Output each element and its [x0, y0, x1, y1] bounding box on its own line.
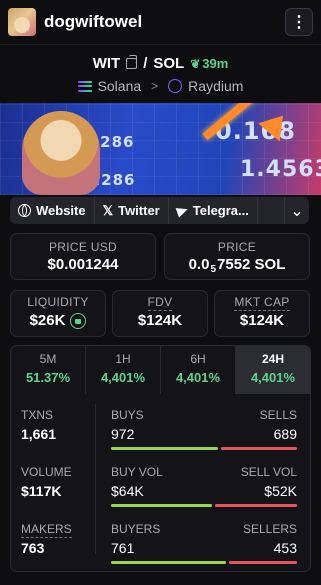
- sell-bar: [214, 504, 297, 507]
- buyers-label: BUYERS: [111, 522, 161, 536]
- chain-row: Solana > Raydium: [0, 78, 321, 94]
- twitter-label: Twitter: [118, 203, 160, 218]
- fdv-label: FDV: [147, 295, 173, 311]
- txns-label: TXNS: [21, 408, 54, 422]
- fdv-value: $124K: [137, 312, 183, 329]
- makers-value: 763: [21, 540, 45, 556]
- tab-1h[interactable]: 1H 4,401%: [86, 346, 161, 395]
- fdv-card: FDV $124K: [112, 290, 208, 337]
- buy-bar: [111, 561, 226, 564]
- pair-age: ❦ 39m: [190, 56, 228, 71]
- copy-icon[interactable]: [126, 55, 138, 69]
- sellers-label: SELLERS: [242, 522, 297, 536]
- tab-6h[interactable]: 6H 4,401%: [161, 346, 236, 395]
- buy-bar: [111, 447, 219, 450]
- buys-label: BUYS: [111, 408, 144, 422]
- buys-sells-bar: [111, 447, 297, 450]
- tab-change: 4,401%: [250, 370, 296, 385]
- volume-bar: [111, 504, 297, 507]
- tab-label: 24H: [261, 352, 284, 366]
- mktcap-value: $124K: [239, 312, 285, 329]
- txns-value: 1,661: [21, 426, 57, 442]
- price-usd-card: PRICE USD $0.001244: [10, 233, 156, 280]
- volume-ratio: BUY VOL SELL VOL $64K $52K: [111, 465, 297, 507]
- pair-separator: /: [143, 55, 148, 72]
- txns-stat: TXNS 1,661: [21, 408, 56, 442]
- banner-dog-image: [22, 111, 100, 195]
- tab-change: 4,401%: [100, 370, 146, 385]
- x-icon: 𝕏: [102, 202, 114, 218]
- price-sol-card: PRICE 0.057552 SOL: [164, 233, 310, 280]
- price-sol-label: PRICE: [217, 240, 257, 254]
- base-symbol: WIT: [92, 55, 121, 72]
- buyers-sellers-ratio: BUYERS SELLERS 761 453: [111, 522, 297, 564]
- chevron-down-icon[interactable]: ⌄: [284, 197, 309, 224]
- liquidity-value: $26K: [11, 312, 105, 329]
- liquidity-label: LIQUIDITY: [27, 295, 89, 309]
- buyvol-value: $64K: [111, 483, 144, 499]
- lock-icon[interactable]: [70, 312, 87, 329]
- price-usd-label: PRICE USD: [48, 240, 118, 254]
- volume-value: $117K: [21, 483, 62, 499]
- stats-panel: TXNS 1,661 VOLUME $117K MAKERS 763 BUYS S…: [10, 394, 311, 572]
- tab-change: 4,401%: [175, 370, 221, 385]
- telegram-label: Telegra...: [192, 203, 249, 218]
- timeframe-tabs: 5M 51.37% 1H 4,401% 6H 4,401% 24H 4,401%: [10, 345, 311, 396]
- tab-label: 1H: [115, 352, 131, 366]
- sell-bar: [228, 561, 297, 564]
- liquidity-card: LIQUIDITY $26K: [10, 290, 106, 337]
- header: dogwiftowel ⋮: [0, 0, 321, 45]
- sells-label: SELLS: [259, 408, 297, 422]
- mktcap-card: MKT CAP $124K: [214, 290, 310, 337]
- tab-change: 51.37%: [25, 370, 71, 385]
- quote-symbol: SOL: [153, 55, 185, 72]
- sprout-icon: ❦: [190, 56, 201, 71]
- tab-label: 6H: [190, 352, 206, 366]
- links-bar: Website 𝕏 Twitter Telegra... ⌄: [10, 197, 309, 224]
- price-sol-value: 0.057552 SOL: [188, 256, 286, 275]
- stats-divider: [95, 404, 96, 554]
- makers-stat: MAKERS 763: [21, 522, 72, 556]
- tab-label: 5M: [39, 352, 57, 366]
- token-avatar: [8, 8, 36, 36]
- twitter-button[interactable]: 𝕏 Twitter: [95, 197, 169, 224]
- sells-value: 689: [273, 426, 297, 442]
- website-label: Website: [36, 203, 86, 218]
- buy-bar: [111, 504, 212, 507]
- dex-name[interactable]: Raydium: [188, 78, 243, 94]
- buyvol-label: BUY VOL: [111, 465, 163, 479]
- pair-row: WIT / SOL ❦ 39m: [0, 55, 321, 72]
- globe-icon: [18, 204, 31, 217]
- buyers-sellers-bar: [111, 561, 297, 564]
- token-name: dogwiftowel: [44, 12, 143, 31]
- solana-icon: [77, 80, 92, 92]
- sell-bar: [221, 447, 297, 450]
- makers-label: MAKERS: [21, 522, 72, 538]
- telegram-button[interactable]: Telegra...: [169, 197, 258, 224]
- chain-name[interactable]: Solana: [98, 78, 142, 94]
- sellers-value: 453: [273, 540, 297, 556]
- tab-24h[interactable]: 24H 4,401%: [236, 346, 310, 395]
- telegram-icon: [175, 203, 190, 218]
- vertical-dots-icon[interactable]: ⋮: [285, 8, 313, 36]
- price-usd-value: $0.001244: [47, 256, 119, 273]
- banner-number: 1.4563: [240, 157, 321, 182]
- website-button[interactable]: Website: [10, 197, 95, 224]
- tab-5m[interactable]: 5M 51.37%: [11, 346, 86, 395]
- pair-age-value: 39m: [202, 56, 229, 71]
- volume-label: VOLUME: [21, 465, 72, 479]
- raydium-icon: [168, 79, 183, 93]
- sellvol-value: $52K: [264, 483, 297, 499]
- buyers-value: 761: [111, 540, 135, 556]
- buys-sells-ratio: BUYS SELLS 972 689: [111, 408, 297, 450]
- token-banner: 0.168 2.286 2.286 1.4563: [0, 103, 321, 195]
- volume-stat: VOLUME $117K: [21, 465, 72, 499]
- chevron-right-icon: >: [151, 79, 159, 93]
- mktcap-label: MKT CAP: [234, 295, 290, 311]
- sellvol-label: SELL VOL: [240, 465, 297, 479]
- buys-value: 972: [111, 426, 135, 442]
